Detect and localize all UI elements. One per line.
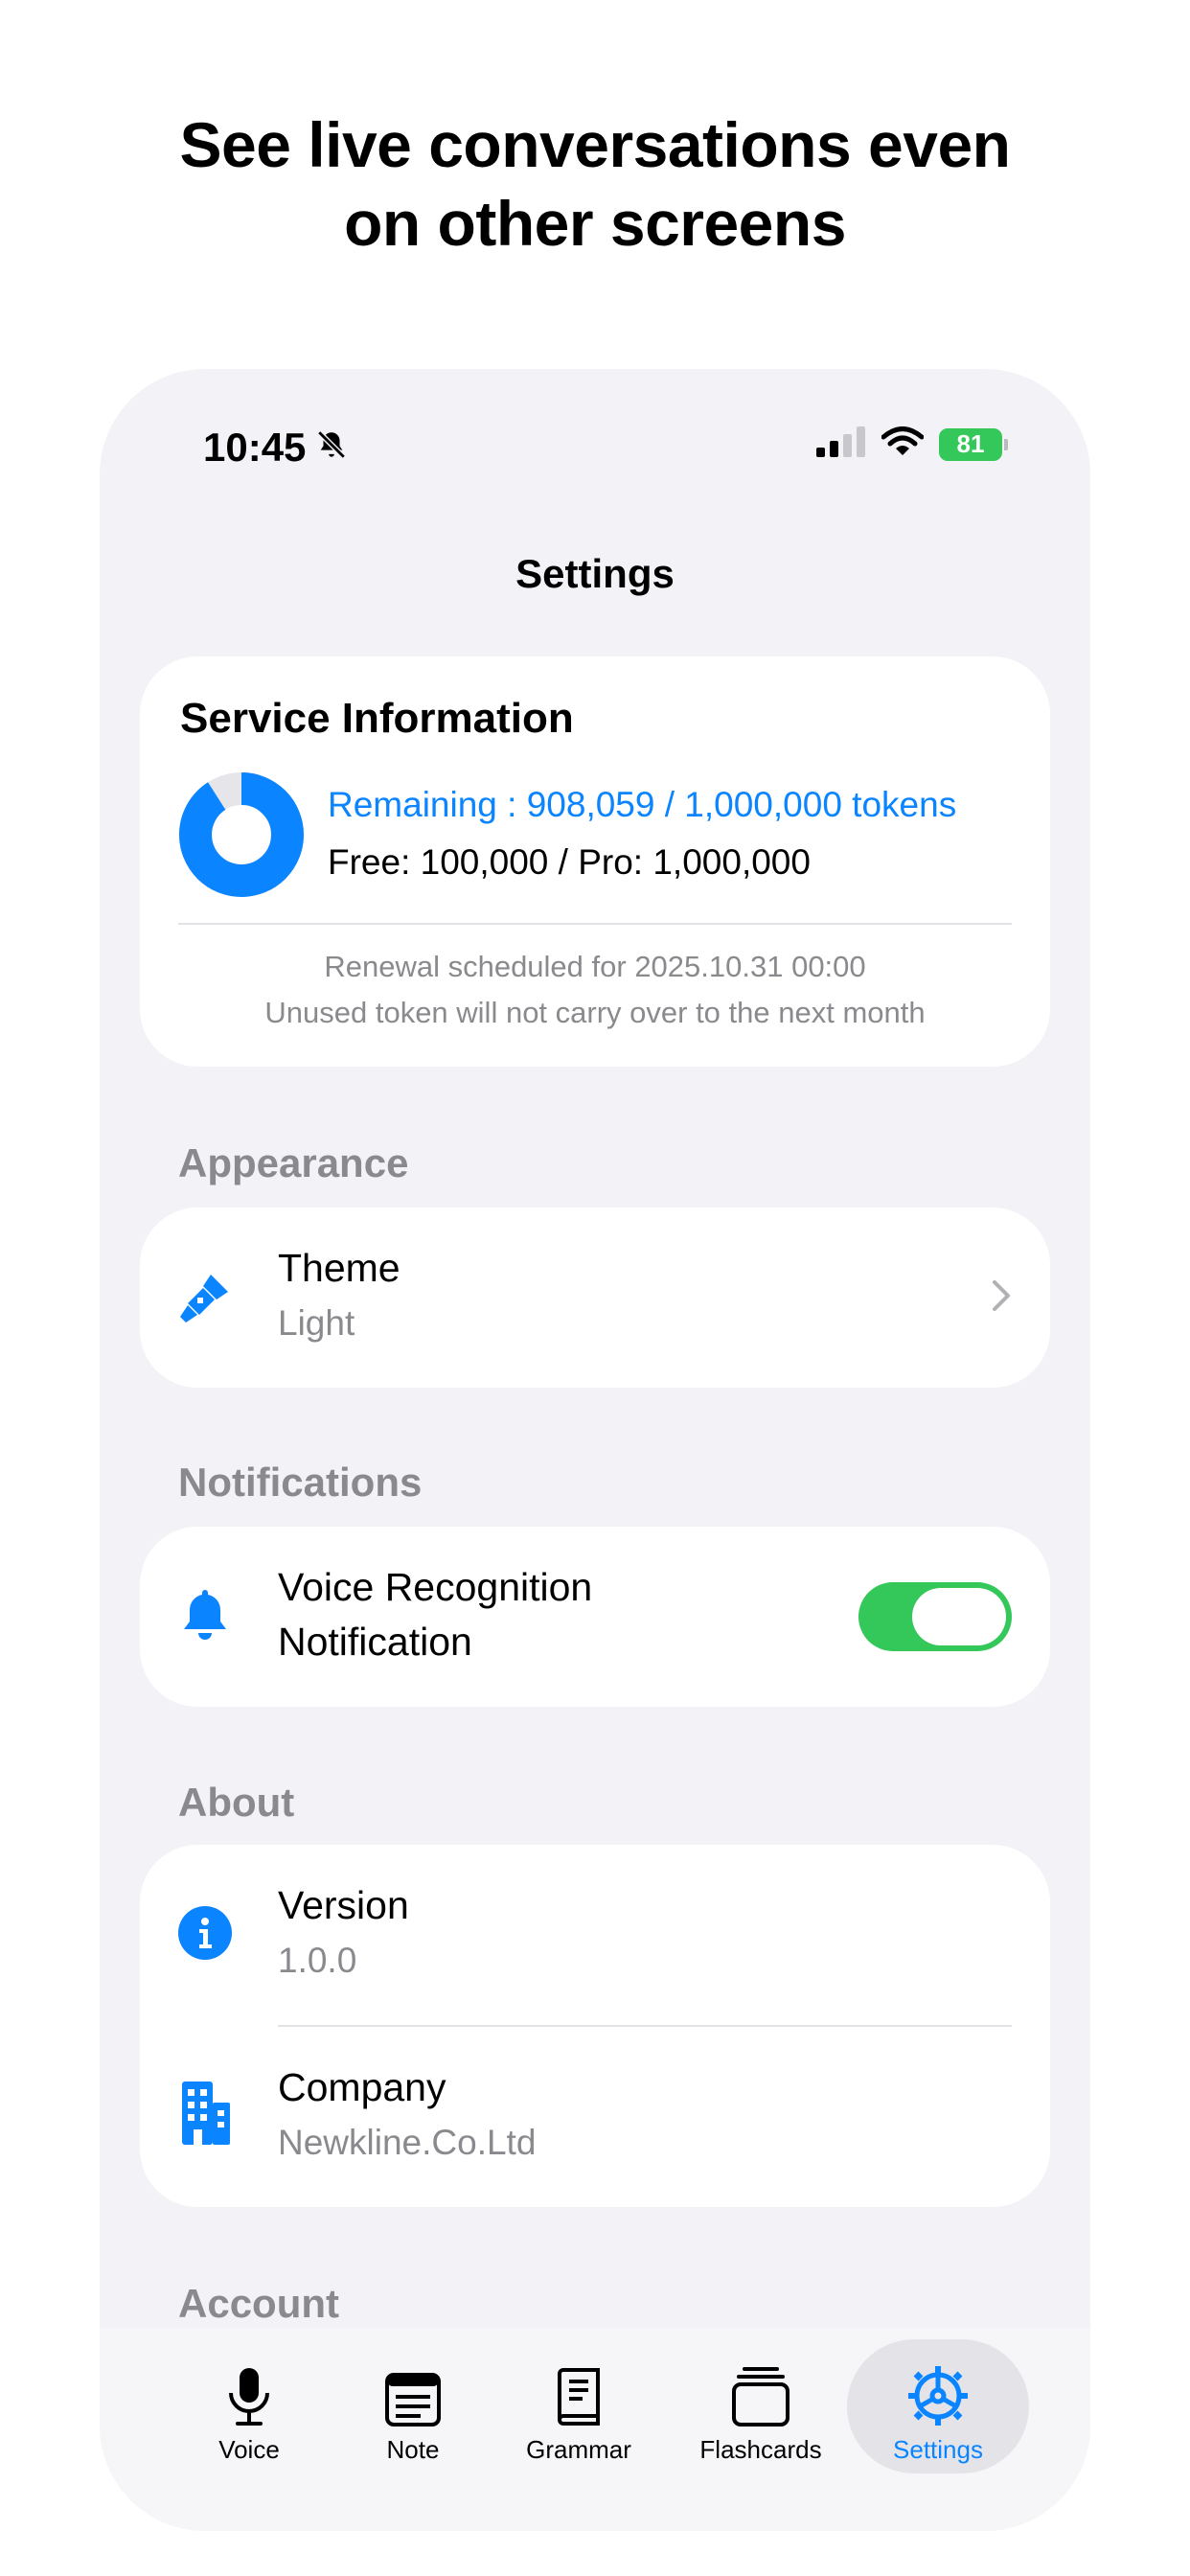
voice-notification-title-2: Notification (278, 1620, 472, 1664)
voice-notification-row: Voice Recognition Notification (140, 1527, 1050, 1707)
version-value: 1.0.0 (278, 1941, 357, 1980)
tab-voice-label: Voice (218, 2435, 280, 2464)
section-about: About (178, 1780, 295, 1825)
book-icon (554, 2355, 604, 2427)
voice-notification-title-1: Voice Recognition (278, 1565, 593, 1609)
theme-row[interactable]: Theme Light (140, 1208, 1050, 1388)
note-icon (384, 2355, 442, 2427)
battery-level: 81 (956, 429, 985, 458)
company-title: Company (278, 2065, 446, 2109)
building-icon (178, 2082, 232, 2145)
tab-flashcards-label: Flashcards (699, 2435, 822, 2464)
renewal-note: Renewal scheduled for 2025.10.31 00:00 (324, 950, 866, 983)
tab-settings-label: Settings (893, 2435, 983, 2464)
status-time-text: 10:45 (203, 425, 307, 470)
headline-line-1: See live conversations even (179, 109, 1011, 180)
status-indicators: 81 (816, 426, 1008, 462)
bell-icon (178, 1588, 232, 1642)
chevron-right-icon (991, 1278, 1012, 1318)
service-info-card: Service Information Remaining : 908,059 … (140, 656, 1050, 1067)
tab-grammar-label: Grammar (526, 2435, 631, 2464)
microphone-icon (225, 2355, 273, 2427)
toggle-knob (912, 1588, 1006, 1645)
section-account: Account (178, 2281, 339, 2326)
section-appearance: Appearance (178, 1140, 409, 1185)
service-info-title: Service Information (180, 695, 574, 742)
plan-limits: Free: 100,000 / Pro: 1,000,000 (328, 842, 811, 882)
carryover-note: Unused token will not carry over to the … (264, 996, 926, 1029)
token-usage-donut (179, 772, 304, 897)
divider (278, 2025, 1012, 2027)
paintbrush-icon (178, 1271, 232, 1324)
headline: See live conversations even on other scr… (0, 105, 1190, 263)
cards-icon (731, 2355, 790, 2427)
tab-note-label: Note (386, 2435, 440, 2464)
theme-title: Theme (278, 1246, 400, 1290)
divider (178, 923, 1012, 925)
tab-note[interactable]: Note (327, 2337, 499, 2472)
gear-icon (906, 2355, 970, 2427)
voice-notification-toggle[interactable] (858, 1582, 1012, 1651)
company-value: Newkline.Co.Ltd (278, 2123, 537, 2162)
tab-grammar[interactable]: Grammar (492, 2337, 665, 2472)
tab-voice[interactable]: Voice (163, 2337, 335, 2472)
about-card: Version 1.0.0 Company Newkline.Co.Ltd (140, 1845, 1050, 2207)
tokens-remaining: Remaining : 908,059 / 1,000,000 tokens (328, 785, 957, 824)
cellular-signal-icon (816, 426, 866, 462)
headline-line-2: on other screens (344, 188, 846, 259)
theme-value: Light (278, 1303, 355, 1343)
tab-bar: Voice Note Grammar Flashcards Settings (100, 2328, 1090, 2531)
phone-screen: 10:45 81 Settings Service Information Re… (100, 369, 1090, 2531)
tab-settings[interactable]: Settings (852, 2337, 1024, 2472)
page-title: Settings (515, 551, 675, 596)
version-title: Version (278, 1883, 409, 1927)
section-notifications: Notifications (178, 1460, 423, 1505)
battery-indicator: 81 (939, 427, 1008, 461)
status-time: 10:45 (203, 425, 348, 471)
bell-slash-icon (315, 425, 348, 471)
wifi-icon (881, 426, 925, 462)
info-icon (178, 1906, 232, 1960)
donut-remaining-arc (179, 772, 304, 897)
tab-flashcards[interactable]: Flashcards (675, 2337, 847, 2472)
